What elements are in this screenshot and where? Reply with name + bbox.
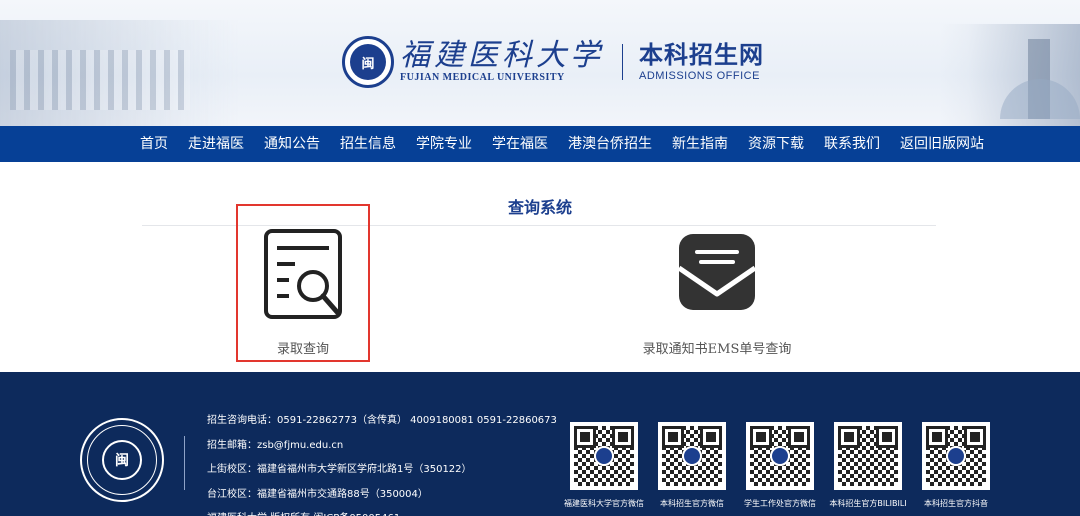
section-title: 查询系统 xyxy=(507,198,572,217)
footer-address-taijiang: 台江校区：福建省福州市交通路88号（350004） xyxy=(207,488,428,500)
site-name-cn: 本科招生网 xyxy=(639,41,764,69)
header-banner: 闽 福建医科大学 FUJIAN MEDICAL UNIVERSITY 本科招生网… xyxy=(0,0,1080,126)
university-seal-icon: 闽 xyxy=(342,36,394,88)
qr-admissions-bilibili[interactable]: 本科招生官方BILIBILI xyxy=(824,422,912,509)
admission-query-card[interactable]: 录取查询 xyxy=(236,204,370,362)
qr-label: 本科招生官方抖音 xyxy=(924,499,988,508)
university-name-cn: 福建医科大学 xyxy=(400,38,604,73)
university-name-en: FUJIAN MEDICAL UNIVERSITY xyxy=(400,72,565,83)
footer-email[interactable]: 招生邮箱：zsb@fjmu.edu.cn xyxy=(207,434,547,459)
ems-query-label: 录取通知书EMS单号查询 xyxy=(642,342,792,357)
main-nav: 首页 走进福医 通知公告 招生信息 学院专业 学在福医 港澳台侨招生 新生指南 … xyxy=(0,126,1080,162)
footer-seal-icon: 闽 xyxy=(80,418,164,502)
nav-item-downloads[interactable]: 资源下载 xyxy=(738,126,814,162)
qr-admissions-wechat[interactable]: 本科招生官方微信 xyxy=(648,422,736,509)
nav-item-admissions-info[interactable]: 招生信息 xyxy=(330,126,406,162)
qr-admissions-douyin[interactable]: 本科招生官方抖音 xyxy=(912,422,1000,509)
nav-item-contact[interactable]: 联系我们 xyxy=(814,126,890,162)
footer-copyright: 福建医科大学 版权所有 闽ICP备05005461 xyxy=(207,507,547,516)
qr-code-icon xyxy=(838,426,898,486)
nav-item-old-site[interactable]: 返回旧版网站 xyxy=(890,126,994,162)
site-name-en: ADMISSIONS OFFICE xyxy=(639,70,760,82)
nav-item-freshman-guide[interactable]: 新生指南 xyxy=(662,126,738,162)
nav-item-home[interactable]: 首页 xyxy=(130,126,178,162)
university-name: 福建医科大学 FUJIAN MEDICAL UNIVERSITY xyxy=(400,40,604,84)
footer-divider xyxy=(184,436,185,490)
campus-building-right xyxy=(940,24,1080,126)
nav-item-study[interactable]: 学在福医 xyxy=(482,126,558,162)
footer: 闽 招生咨询电话：0591-22862773（含传真） 4009180081 0… xyxy=(0,372,1080,516)
footer-phone: 招生咨询电话：0591-22862773（含传真） 4009180081 059… xyxy=(207,415,557,426)
nav-item-notices[interactable]: 通知公告 xyxy=(254,126,330,162)
qr-university-wechat[interactable]: 福建医科大学官方微信 xyxy=(560,422,648,509)
logo-divider xyxy=(622,44,623,80)
admission-query-label: 录取查询 xyxy=(276,342,329,357)
nav-item-hmt-admissions[interactable]: 港澳台侨招生 xyxy=(558,126,662,162)
nav-item-colleges[interactable]: 学院专业 xyxy=(406,126,482,162)
footer-seal-text: 闽 xyxy=(115,453,129,469)
qr-code-list: 福建医科大学官方微信 本科招生官方微信 学生工作处官方微信 本科招生官方BILI… xyxy=(560,422,1000,509)
nav-item-about[interactable]: 走进福医 xyxy=(178,126,254,162)
document-search-icon xyxy=(264,229,342,319)
qr-label: 学生工作处官方微信 xyxy=(744,499,816,508)
site-logo[interactable]: 闽 福建医科大学 FUJIAN MEDICAL UNIVERSITY 本科招生网… xyxy=(342,36,764,88)
qr-label: 本科招生官方BILIBILI xyxy=(829,499,907,508)
site-name: 本科招生网 ADMISSIONS OFFICE xyxy=(639,41,764,83)
qr-label: 本科招生官方微信 xyxy=(660,499,724,508)
seal-text: 闽 xyxy=(361,56,375,72)
qr-student-affairs-wechat[interactable]: 学生工作处官方微信 xyxy=(736,422,824,509)
footer-address-shangjie: 上街校区：福建省福州市大学新区学府北路1号（350122） xyxy=(207,464,472,475)
ems-query-card[interactable]: 录取通知书EMS单号查询 xyxy=(630,228,804,358)
campus-building-left xyxy=(0,20,240,126)
qr-label: 福建医科大学官方微信 xyxy=(564,499,644,508)
envelope-icon xyxy=(677,234,757,310)
footer-contact-info: 招生咨询电话：0591-22862773（含传真） 4009180081 059… xyxy=(207,409,557,516)
